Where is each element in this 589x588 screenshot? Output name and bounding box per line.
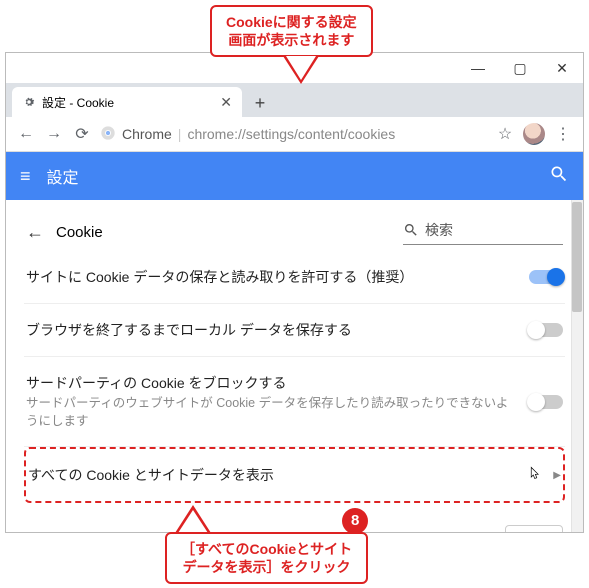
profile-avatar[interactable]	[523, 123, 545, 145]
cursor-pointer-icon	[527, 466, 541, 484]
callout-top-box: Cookieに関する設定 画面が表示されます	[210, 5, 373, 57]
page-title: Cookie	[56, 224, 391, 241]
setting-desc: サードパーティのウェブサイトが Cookie データを保存したり読み取ったりでき…	[26, 395, 517, 430]
setting-label: ブラウザを終了するまでローカル データを保存する	[26, 320, 517, 340]
app-title: 設定	[47, 164, 549, 188]
setting-block-third-party: サードパーティの Cookie をブロックする サードパーティのウェブサイトが …	[24, 357, 565, 447]
reload-button[interactable]: ⟳	[72, 124, 92, 144]
chrome-icon	[100, 125, 116, 144]
maximize-button[interactable]: ▢	[499, 53, 541, 83]
url-scheme: Chrome	[122, 126, 172, 142]
toggle-keep-until-quit[interactable]	[529, 323, 563, 337]
menu-dots-icon[interactable]: ⋮	[553, 124, 573, 144]
step-badge: 8	[342, 508, 368, 534]
toggle-block-third-party[interactable]	[529, 395, 563, 409]
back-button[interactable]: ←	[16, 124, 36, 144]
page-search[interactable]: 検索	[403, 220, 563, 245]
search-placeholder: 検索	[425, 220, 453, 240]
browser-tab[interactable]: 設定 - Cookie ✕	[12, 87, 242, 117]
bookmark-star-icon[interactable]: ☆	[495, 124, 515, 144]
link-label: すべての Cookie とサイトデータを表示	[28, 465, 515, 485]
setting-allow-cookies: サイトに Cookie データの保存と読み取りを許可する（推奨）	[24, 251, 565, 304]
close-window-button[interactable]: ✕	[541, 53, 583, 83]
toggle-allow-cookies[interactable]	[529, 270, 563, 284]
callout-arrow-down	[283, 56, 319, 84]
callout-top-line2: 画面が表示されます	[226, 31, 357, 49]
url-divider: |	[178, 126, 182, 142]
omnibox[interactable]: Chrome | chrome://settings/content/cooki…	[100, 125, 487, 144]
url-path: chrome://settings/content/cookies	[187, 126, 395, 142]
new-tab-button[interactable]: +	[246, 89, 274, 117]
callout-bottom-line1: ［すべてのCookieとサイト	[181, 540, 352, 558]
scrollbar-thumb[interactable]	[572, 202, 582, 312]
gear-icon	[22, 95, 36, 109]
minimize-button[interactable]: —	[457, 53, 499, 83]
search-icon	[403, 222, 419, 238]
callout-bottom: 8 ［すべてのCookieとサイト データを表示］をクリック	[165, 505, 368, 584]
page-head: ← Cookie 検索	[24, 216, 565, 251]
callout-arrow-up	[175, 505, 211, 533]
callout-bottom-line2: データを表示］をクリック	[181, 558, 352, 576]
scrollbar-track[interactable]	[571, 200, 583, 532]
forward-button[interactable]: →	[44, 124, 64, 144]
browser-window: — ▢ ✕ 設定 - Cookie ✕ + ← → ⟳ Chrome | chr…	[5, 52, 584, 533]
tab-title: 設定 - Cookie	[42, 94, 114, 111]
tab-strip: 設定 - Cookie ✕ +	[6, 83, 583, 117]
content-area: ← Cookie 検索 サイトに Cookie データの保存と読み取りを許可する…	[6, 200, 583, 532]
hamburger-icon[interactable]: ≡	[20, 166, 31, 187]
page-back-button[interactable]: ←	[26, 222, 44, 243]
add-button[interactable]: 追加	[505, 525, 563, 532]
setting-keep-until-quit: ブラウザを終了するまでローカル データを保存する	[24, 304, 565, 357]
callout-top: Cookieに関する設定 画面が表示されます	[210, 5, 373, 84]
app-header: ≡ 設定	[6, 152, 583, 200]
callout-bottom-box: 8 ［すべてのCookieとサイト データを表示］をクリック	[165, 532, 368, 584]
chevron-right-icon: ▶	[553, 470, 561, 481]
all-cookies-link[interactable]: すべての Cookie とサイトデータを表示 ▶	[24, 447, 565, 503]
close-tab-icon[interactable]: ✕	[220, 94, 232, 111]
callout-top-line1: Cookieに関する設定	[226, 13, 357, 31]
toolbar: ← → ⟳ Chrome | chrome://settings/content…	[6, 117, 583, 152]
setting-label: サイトに Cookie データの保存と読み取りを許可する（推奨）	[26, 267, 517, 287]
header-search-icon[interactable]	[549, 164, 569, 189]
setting-label: サードパーティの Cookie をブロックする	[26, 373, 517, 393]
